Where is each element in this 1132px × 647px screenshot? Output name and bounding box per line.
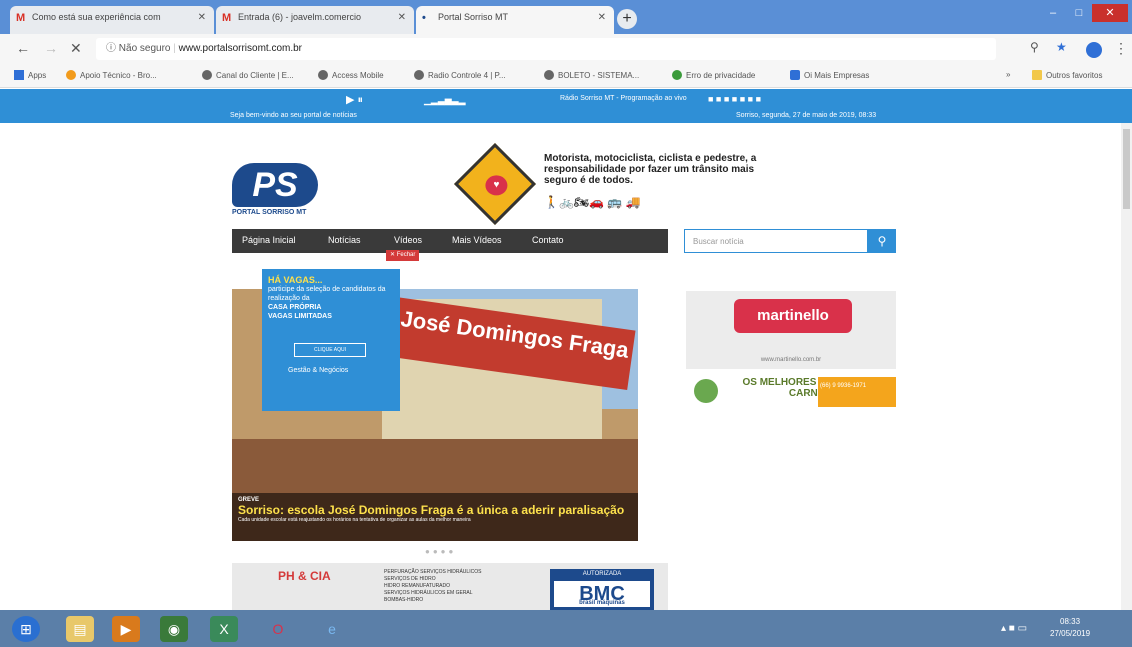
ad-bmc: AUTORIZADA BMC brasil máquinas xyxy=(550,569,654,610)
heart-icon: ♥ xyxy=(485,175,508,196)
promo-popup[interactable]: HÁ VAGAS... participe da seleção de cand… xyxy=(262,269,400,411)
bookmark-item[interactable]: Radio Controle 4 | P... xyxy=(414,70,506,80)
slide-headline[interactable]: Sorriso: escola José Domingos Fraga é a … xyxy=(238,503,632,517)
bookmark-star-icon[interactable]: ★ xyxy=(1056,40,1067,54)
page-scrollbar[interactable] xyxy=(1121,123,1132,610)
bookmarks-bar: Apps Apoio Técnico - Bro... Canal do Cli… xyxy=(0,64,1132,88)
ad-meat-phone: (66) 9 9936-1971 xyxy=(818,377,896,407)
bookmark-item[interactable]: BOLETO - SISTEMA... xyxy=(544,70,639,80)
start-button[interactable]: ⊞ xyxy=(12,616,40,642)
site-logo[interactable]: PS PORTAL SORRISO MT xyxy=(232,163,322,219)
vehicles-icon: 🚶🚲🏍🚗 🚌 🚚 xyxy=(544,195,641,209)
omnibox[interactable]: ⓘ Não seguro | www.portalsorrisomt.com.b… xyxy=(96,38,996,60)
social-icons[interactable]: ■ ■ ■ ■ ■ ■ ■ xyxy=(708,94,761,104)
nav-news[interactable]: Notícias xyxy=(328,235,361,245)
close-window-button[interactable]: ✕ xyxy=(1092,4,1128,22)
close-tab-icon[interactable]: ✕ xyxy=(598,12,606,23)
bookmark-item[interactable]: Oi Mais Empresas xyxy=(790,70,869,80)
windows-taskbar: ⊞ ▤ ▶ ◉ X O e ▴ ■ ▭ 08:33 27/05/2019 xyxy=(0,610,1132,647)
file-explorer-icon[interactable]: ▤ xyxy=(66,616,94,642)
slide-caption[interactable]: GREVE Sorriso: escola José Domingos Frag… xyxy=(232,493,638,541)
popup-title: HÁ VAGAS... xyxy=(268,275,323,285)
search-input[interactable]: Buscar notícia xyxy=(684,229,868,253)
url-text[interactable]: www.portalsorrisomt.com.br xyxy=(179,43,302,54)
ad-services-list: PERFURAÇÃO SERVIÇOS HIDRÁULICOS SERVIÇOS… xyxy=(384,569,482,603)
bookmark-item[interactable]: Access Mobile xyxy=(318,70,384,80)
bookmark-item[interactable]: Erro de privacidade xyxy=(672,70,755,80)
zoom-icon[interactable]: ⚲ xyxy=(1030,40,1039,54)
campaign-slogan: Motorista, motociclista, ciclista e pede… xyxy=(544,153,757,186)
nav-home[interactable]: Página Inicial xyxy=(242,235,296,245)
tray-icons[interactable]: ▴ ■ ▭ xyxy=(1000,616,1028,642)
minimize-button[interactable]: – xyxy=(1040,4,1066,22)
maximize-button[interactable]: □ xyxy=(1066,4,1092,22)
meat-icon xyxy=(694,379,718,403)
bookmark-item[interactable]: Apoio Técnico - Bro... xyxy=(66,70,157,80)
martinello-logo: martinello xyxy=(734,299,852,333)
popup-cta-button[interactable]: CLIQUE AQUI xyxy=(294,343,366,357)
menu-icon[interactable]: ⋮ xyxy=(1114,40,1128,57)
audio-wave-icon: ▁▂▃▅▃▂ xyxy=(424,95,466,105)
close-popup-button[interactable]: ✕ Fechar xyxy=(386,250,420,261)
date-text: Sorriso, segunda, 27 de maio de 2019, 08… xyxy=(736,112,877,119)
nav-contact[interactable]: Contato xyxy=(532,235,564,245)
tab-1[interactable]: M Entrada (6) - joavelm.comercio ✕ xyxy=(216,6,414,34)
more-bookmarks-icon[interactable]: » xyxy=(1006,70,1010,79)
slide-summary: Cada unidade escolar está reajustando os… xyxy=(238,517,471,523)
new-tab-button[interactable]: + xyxy=(617,9,637,29)
ad-url: www.martinello.com.br xyxy=(760,357,822,363)
search-icon[interactable]: ⚲ xyxy=(868,229,896,253)
gmail-icon: M xyxy=(16,12,26,24)
close-tab-icon[interactable]: ✕ xyxy=(398,12,406,23)
traffic-sign-icon: ♥ xyxy=(453,142,537,226)
bookmark-apps[interactable]: Apps xyxy=(14,70,46,80)
nav-more-videos[interactable]: Mais Vídeos xyxy=(452,235,502,245)
browser-tab-strip: M Como está sua experiência com ✕ M Entr… xyxy=(0,0,1132,34)
tab-2[interactable]: • Portal Sorriso MT ✕ xyxy=(416,6,614,34)
info-icon[interactable]: ⓘ xyxy=(106,43,116,54)
ad-banner-ph[interactable]: PH & CIA PERFURAÇÃO SERVIÇOS HIDRÁULICOS… xyxy=(232,563,668,610)
back-icon[interactable]: ← xyxy=(16,40,30,56)
excel-icon[interactable]: X xyxy=(210,616,238,642)
tab-label: Como está sua experiência com xyxy=(32,12,161,22)
logo-subtitle: PORTAL SORRISO MT xyxy=(232,209,307,216)
bookmark-item[interactable]: Canal do Cliente | E... xyxy=(202,70,294,80)
ad-ph-logo: PH & CIA xyxy=(278,569,331,583)
tab-0[interactable]: M Como está sua experiência com ✕ xyxy=(10,6,214,34)
profile-avatar[interactable] xyxy=(1086,42,1102,58)
ad-martinello[interactable]: martinello www.martinello.com.br xyxy=(686,291,896,369)
site-icon: • xyxy=(422,12,426,24)
scroll-thumb[interactable] xyxy=(1123,129,1130,209)
slider-dots[interactable]: ●●●● xyxy=(425,547,456,556)
security-status: Não seguro xyxy=(118,43,171,54)
ad-meat[interactable]: OS MELHORES CORTES DE CARNES (66) 9 9936… xyxy=(690,373,896,411)
ie-icon[interactable]: e xyxy=(318,616,346,642)
chrome-icon[interactable]: ◉ xyxy=(160,616,188,642)
tab-label: Portal Sorriso MT xyxy=(438,12,509,22)
site-topbar: ▶ ⏸ ▁▂▃▅▃▂ Rádio Sorriso MT - Programaçã… xyxy=(0,89,1132,123)
tab-label: Entrada (6) - joavelm.comercio xyxy=(238,12,362,22)
forward-icon[interactable]: → xyxy=(44,40,58,56)
opera-icon[interactable]: O xyxy=(264,616,292,642)
other-bookmarks[interactable]: Outros favoritos xyxy=(1032,70,1102,80)
address-bar-row: ← → ✕ ⓘ Não seguro | www.portalsorrisomt… xyxy=(0,34,1132,64)
media-player-icon[interactable]: ▶ xyxy=(112,616,140,642)
popup-highlight: CASA PRÓPRIA xyxy=(268,304,322,311)
radio-player-controls[interactable]: ▶ ⏸ xyxy=(346,93,363,107)
main-nav: Página Inicial Notícias Vídeos Mais Víde… xyxy=(232,229,668,253)
nav-videos[interactable]: Vídeos xyxy=(394,235,422,245)
welcome-text: Seja bem-vindo ao seu portal de notícias xyxy=(230,112,357,119)
taskbar-clock[interactable]: 08:33 27/05/2019 xyxy=(1050,616,1090,640)
page-content: PS PORTAL SORRISO MT ♥ Motorista, motoci… xyxy=(0,123,1132,610)
popup-body: participe da seleção de candidatos da re… xyxy=(268,286,386,302)
gmail-icon: M xyxy=(222,12,232,24)
close-tab-icon[interactable]: ✕ xyxy=(198,12,206,23)
stop-icon[interactable]: ✕ xyxy=(70,40,82,57)
popup-highlight: VAGAS LIMITADAS xyxy=(268,313,332,320)
popup-brand-logo: Gestão & Negócios xyxy=(288,367,349,374)
radio-label: Rádio Sorriso MT - Programação ao vivo xyxy=(560,95,687,102)
